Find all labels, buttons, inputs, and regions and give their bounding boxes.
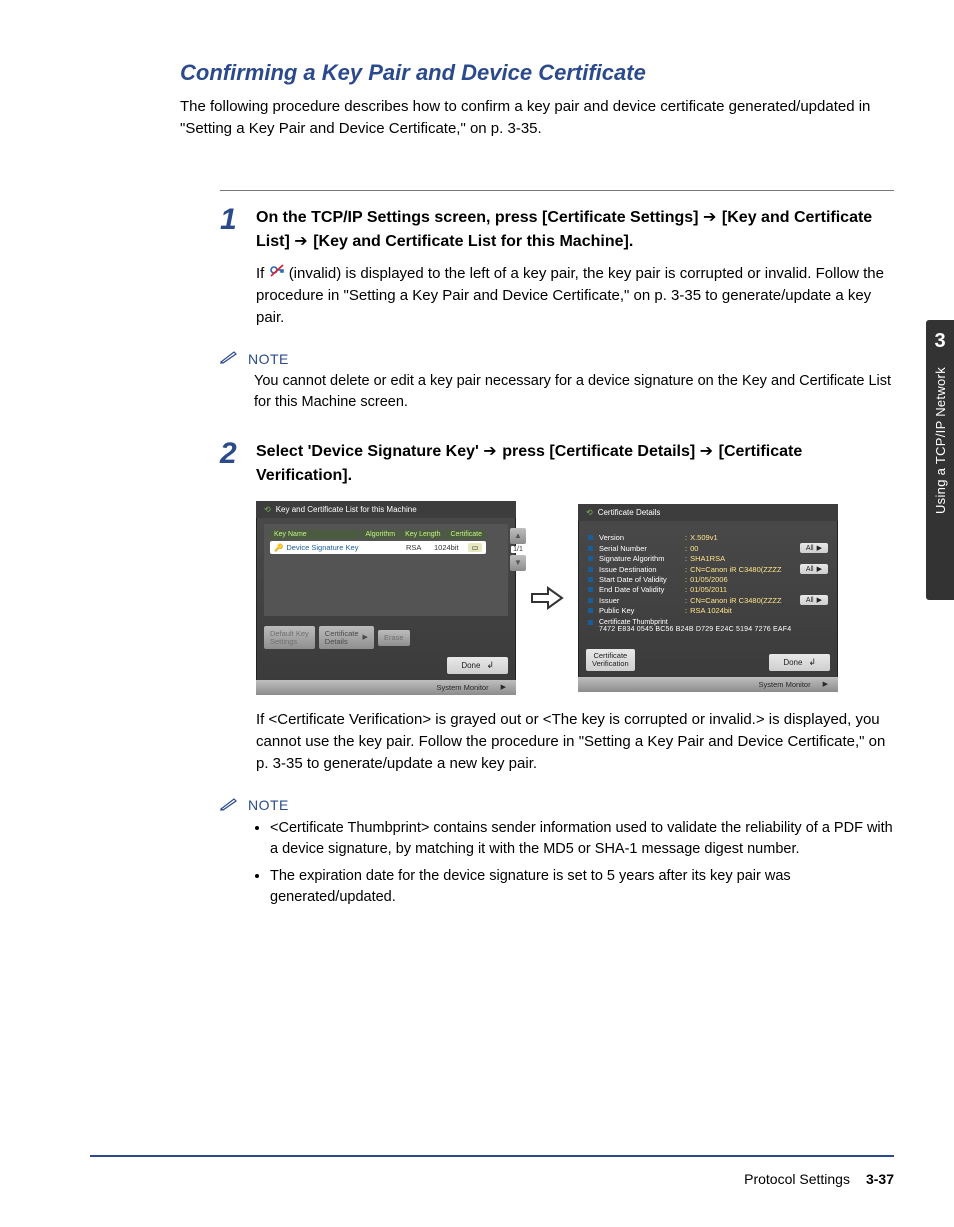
detail-row-serial: Serial Number:00All▶ (588, 543, 828, 553)
done-label: Done (461, 661, 480, 670)
footer-section: Protocol Settings (744, 1171, 850, 1187)
all-button[interactable]: All▶ (800, 564, 828, 574)
arrow-icon: ➔ (703, 207, 722, 226)
triangle-right-icon: ▶ (495, 682, 512, 693)
detail-row-end-validity: End Date of Validity:01/05/2011 (588, 585, 828, 594)
detail-row-issuer: Issuer:CN=Canon iR C3480(ZZZZAll▶ (588, 595, 828, 605)
step-1-title-part-a: On the TCP/IP Settings screen, press [Ce… (256, 209, 703, 226)
step-1: 1 On the TCP/IP Settings screen, press [… (220, 205, 894, 329)
detail-row-sig-alg: Signature Algorithm:SHA1RSA (588, 554, 828, 563)
detail-row-thumbprint: Certificate Thumbprint 7472 E834 0545 BC… (588, 619, 828, 633)
back-icon[interactable]: ⟲ (586, 508, 593, 517)
note-2-list: <Certificate Thumbprint> contains sender… (270, 818, 894, 908)
step-1-body: If (invalid) is displayed to the left of… (256, 263, 894, 328)
system-monitor-bar[interactable]: System Monitor▶ (578, 677, 838, 692)
col-key-length: Key Length (401, 530, 444, 539)
thumbprint-value: 7472 E834 0545 BC56 B24B D729 E24C 5194 … (599, 626, 828, 633)
back-icon[interactable]: ⟲ (264, 505, 271, 514)
system-monitor-label: System Monitor (431, 682, 495, 693)
thumbprint-label: Certificate Thumbprint (599, 619, 668, 626)
row-key-name: Device Signature Key (286, 543, 358, 552)
all-button[interactable]: All▶ (800, 595, 828, 605)
key-list-row[interactable]: 🔑Device Signature Key RSA 1024bit ▭ (270, 541, 486, 554)
footer-page-number: 3-37 (866, 1171, 894, 1187)
key-icon: 🔑 (274, 543, 283, 552)
erase-button[interactable]: Erase (378, 630, 410, 646)
screenshot-cert-details: ⟲ Certificate Details Version:X.509v1 Se… (578, 504, 838, 692)
return-icon: ↲ (486, 660, 494, 671)
certificate-verification-button[interactable]: Certificate Verification (586, 649, 635, 671)
step-2: 2 Select 'Device Signature Key' ➔ press … (220, 439, 894, 774)
note-2-item-2: The expiration date for the device signa… (270, 866, 894, 908)
triangle-right-icon: ▶ (817, 544, 822, 552)
step-1-body-b: (invalid) is displayed to the left of a … (256, 265, 884, 326)
step-1-title: On the TCP/IP Settings screen, press [Ce… (256, 205, 894, 253)
detail-row-version: Version:X.509v1 (588, 533, 828, 542)
triangle-right-icon: ▶ (363, 634, 368, 641)
screenshots-row: ⟲ Key and Certificate List for this Mach… (256, 501, 894, 696)
detail-row-public-key: Public Key:RSA 1024bit (588, 606, 828, 615)
detail-row-issue-dest: Issue Destination:CN=Canon iR C3480(ZZZZ… (588, 564, 828, 574)
note-2-item-1: <Certificate Thumbprint> contains sender… (270, 818, 894, 860)
triangle-right-icon: ▶ (817, 679, 834, 690)
return-icon: ↲ (808, 657, 816, 668)
step-2-title-part-a: Select 'Device Signature Key' (256, 443, 483, 460)
divider (220, 190, 894, 191)
page-footer: Protocol Settings 3-37 (90, 1171, 894, 1187)
screen-title: Key and Certificate List for this Machin… (276, 505, 417, 514)
default-key-settings-button[interactable]: Default Key Settings (264, 626, 315, 650)
certificate-details-button[interactable]: Certificate Details ▶ (319, 626, 374, 650)
screenshot-key-list: ⟲ Key and Certificate List for this Mach… (256, 501, 516, 696)
scroll-down-button[interactable]: ▼ (510, 555, 526, 571)
screen-title: Certificate Details (598, 508, 661, 517)
step-number: 2 (220, 439, 242, 469)
col-key-name: Key Name (270, 530, 359, 539)
done-button[interactable]: Done ↲ (447, 657, 508, 674)
arrow-icon: ➔ (483, 441, 502, 460)
note-label: NOTE (248, 797, 289, 813)
arrow-icon: ➔ (700, 441, 719, 460)
section-title: Confirming a Key Pair and Device Certifi… (180, 60, 894, 86)
certificate-details-label: Certificate Details (325, 630, 359, 646)
triangle-right-icon: ▶ (817, 565, 822, 573)
step-1-title-part-c: [Key and Certificate List for this Machi… (313, 233, 633, 250)
step-2-after-text: If <Certificate Verification> is grayed … (256, 709, 894, 774)
step-1-body-a: If (256, 265, 269, 282)
note-label: NOTE (248, 351, 289, 367)
col-algorithm: Algorithm (361, 530, 399, 539)
note-icon (220, 350, 240, 367)
row-algorithm: RSA (406, 543, 434, 552)
page-indicator: 1/1 (511, 546, 525, 553)
scroll-up-button[interactable]: ▲ (510, 528, 526, 544)
system-monitor-bar[interactable]: System Monitor▶ (256, 680, 516, 695)
note-1-text: You cannot delete or edit a key pair nec… (254, 371, 894, 413)
column-headers: Key Name Algorithm Key Length Certificat… (270, 530, 486, 539)
done-label: Done (783, 658, 802, 667)
certificate-icon[interactable]: ▭ (468, 543, 482, 552)
step-2-title-part-b: press [Certificate Details] (502, 443, 699, 460)
done-button[interactable]: Done ↲ (769, 654, 830, 671)
note-icon (220, 797, 240, 814)
triangle-right-icon: ▶ (817, 596, 822, 604)
row-key-length: 1024bit (434, 543, 468, 552)
intro-paragraph: The following procedure describes how to… (180, 96, 894, 140)
footer-rule (90, 1155, 894, 1157)
detail-row-start-validity: Start Date of Validity:01/05/2006 (588, 575, 828, 584)
step-2-title: Select 'Device Signature Key' ➔ press [C… (256, 439, 894, 486)
col-certificate: Certificate (446, 530, 486, 539)
all-button[interactable]: All▶ (800, 543, 828, 553)
arrow-icon: ➔ (294, 231, 313, 250)
invalid-key-icon (269, 263, 285, 285)
note-2: NOTE <Certificate Thumbprint> contains s… (220, 797, 894, 908)
flow-arrow-icon (530, 586, 564, 610)
system-monitor-label: System Monitor (753, 679, 817, 690)
note-1: NOTE You cannot delete or edit a key pai… (220, 350, 894, 413)
step-number: 1 (220, 205, 242, 235)
